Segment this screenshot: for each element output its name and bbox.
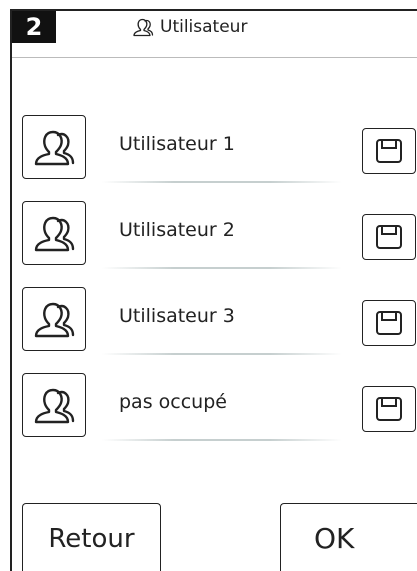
- user-select-button[interactable]: [22, 115, 86, 179]
- user-select-button[interactable]: [22, 201, 86, 265]
- save-button[interactable]: [362, 300, 416, 346]
- save-button[interactable]: [362, 386, 416, 432]
- row-divider: [102, 181, 342, 183]
- list-item-user-4: pas occupé: [12, 373, 417, 453]
- screen-number-badge: 2: [12, 11, 56, 43]
- save-icon: [375, 396, 403, 422]
- save-icon: [375, 138, 403, 164]
- save-icon: [375, 310, 403, 336]
- page-title-text: Utilisateur: [160, 17, 248, 37]
- save-icon: [375, 224, 403, 250]
- user-select-button[interactable]: [22, 373, 86, 437]
- header-bar: 2 Utilisateur: [12, 11, 417, 43]
- header-divider: [12, 57, 417, 58]
- user-group-icon: [32, 385, 76, 425]
- user-name-label: pas occupé: [119, 391, 227, 413]
- user-group-icon: [32, 213, 76, 253]
- back-button[interactable]: Retour: [22, 503, 161, 571]
- row-divider: [102, 439, 342, 441]
- user-name-label: Utilisateur 1: [119, 133, 235, 155]
- list-item-user-1: Utilisateur 1: [12, 115, 417, 195]
- user-name-label: Utilisateur 3: [119, 305, 235, 327]
- save-button[interactable]: [362, 214, 416, 260]
- ok-button[interactable]: OK: [280, 503, 417, 571]
- device-screen: 2 Utilisateur Utilisateur 1 Utilisateur …: [10, 9, 417, 571]
- row-divider: [102, 353, 342, 355]
- page-title: Utilisateur: [132, 11, 247, 43]
- row-divider: [102, 267, 342, 269]
- list-item-user-2: Utilisateur 2: [12, 201, 417, 281]
- user-name-label: Utilisateur 2: [119, 219, 235, 241]
- user-group-icon: [32, 299, 76, 339]
- user-group-icon: [132, 17, 154, 37]
- save-button[interactable]: [362, 128, 416, 174]
- user-group-icon: [32, 127, 76, 167]
- user-select-button[interactable]: [22, 287, 86, 351]
- list-item-user-3: Utilisateur 3: [12, 287, 417, 367]
